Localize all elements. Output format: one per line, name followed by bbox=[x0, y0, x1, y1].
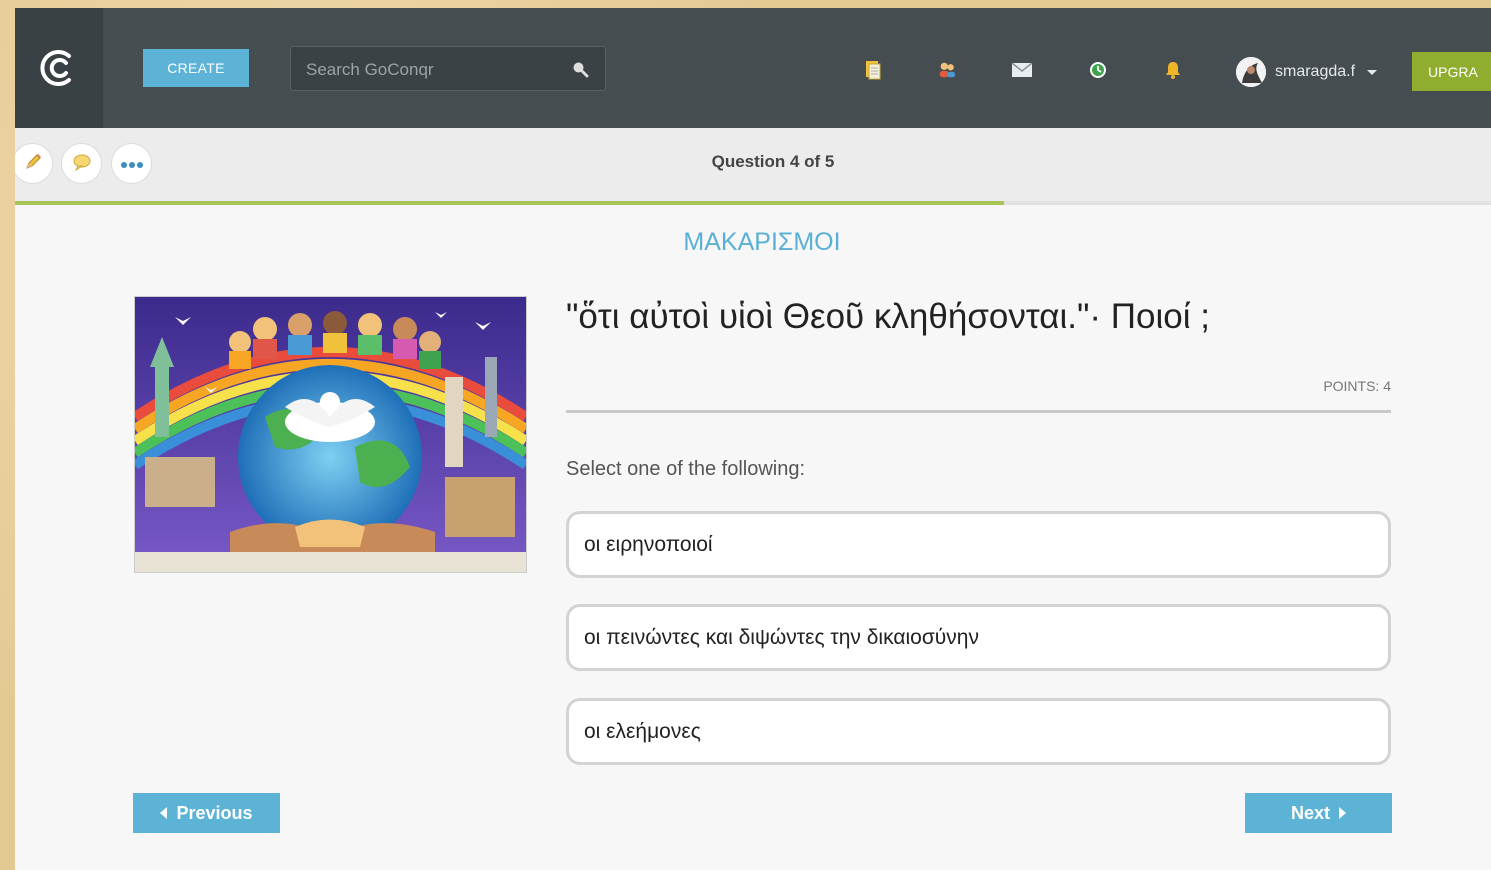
search-input[interactable] bbox=[304, 47, 558, 92]
next-label: Next bbox=[1290, 802, 1330, 823]
chevron-down-icon bbox=[1367, 69, 1378, 75]
instruction-text: Select one of the following: bbox=[566, 458, 806, 480]
resources-icon[interactable] bbox=[863, 60, 883, 80]
points-label: POINTS: 4 bbox=[1323, 378, 1391, 394]
messages-icon[interactable] bbox=[1012, 60, 1032, 80]
goconqr-logo-icon[interactable] bbox=[15, 8, 103, 128]
app-window: CREATE Search GoConqr smaragda.f UPGRA Q… bbox=[15, 8, 1491, 870]
top-navbar: CREATE Search GoConqr smaragda.f UPGRA bbox=[15, 8, 1491, 128]
groups-icon[interactable] bbox=[937, 60, 957, 80]
activity-icon[interactable] bbox=[1088, 60, 1108, 80]
create-button[interactable]: CREATE bbox=[143, 49, 249, 87]
search-icon[interactable] bbox=[571, 60, 589, 82]
user-menu[interactable]: smaragda.f bbox=[1236, 55, 1378, 89]
question-counter: Question 4 of 5 bbox=[711, 152, 835, 171]
question-image bbox=[134, 296, 527, 573]
answer-label: οι ελεήμονες bbox=[584, 719, 701, 743]
chevron-left-icon bbox=[160, 807, 168, 819]
previous-label: Previous bbox=[176, 802, 253, 823]
question-text: "ὅτι αὐτοὶ υἱοὶ Θεοῦ κληθήσονται."· Ποιο… bbox=[566, 297, 1210, 336]
previous-button[interactable]: Previous bbox=[133, 793, 280, 833]
answer-option[interactable]: οι ελεήμονες bbox=[566, 698, 1391, 765]
search-box bbox=[290, 46, 606, 92]
progress-bar bbox=[15, 201, 1491, 205]
chevron-right-icon bbox=[1339, 807, 1346, 819]
divider bbox=[566, 410, 1391, 413]
quiz-toolbar: Question 4 of 5 bbox=[15, 128, 1491, 202]
section-title: ΜΑΚΑΡΙΣΜΟΙ bbox=[683, 228, 841, 256]
upgrade-button[interactable]: UPGRA bbox=[1412, 52, 1491, 91]
username: smaragda.f bbox=[1275, 63, 1356, 80]
next-button[interactable]: Next bbox=[1245, 793, 1392, 833]
avatar bbox=[1236, 57, 1266, 87]
answer-option[interactable]: οι πεινώντες και διψώντες την δικαιοσύνη… bbox=[566, 604, 1391, 671]
progress-fill bbox=[15, 201, 1004, 205]
answer-label: οι πεινώντες και διψώντες την δικαιοσύνη… bbox=[584, 625, 979, 649]
answer-label: οι ειρηνοποιοί bbox=[584, 532, 713, 556]
notifications-icon[interactable] bbox=[1163, 60, 1183, 80]
answer-option[interactable]: οι ειρηνοποιοί bbox=[566, 511, 1391, 578]
